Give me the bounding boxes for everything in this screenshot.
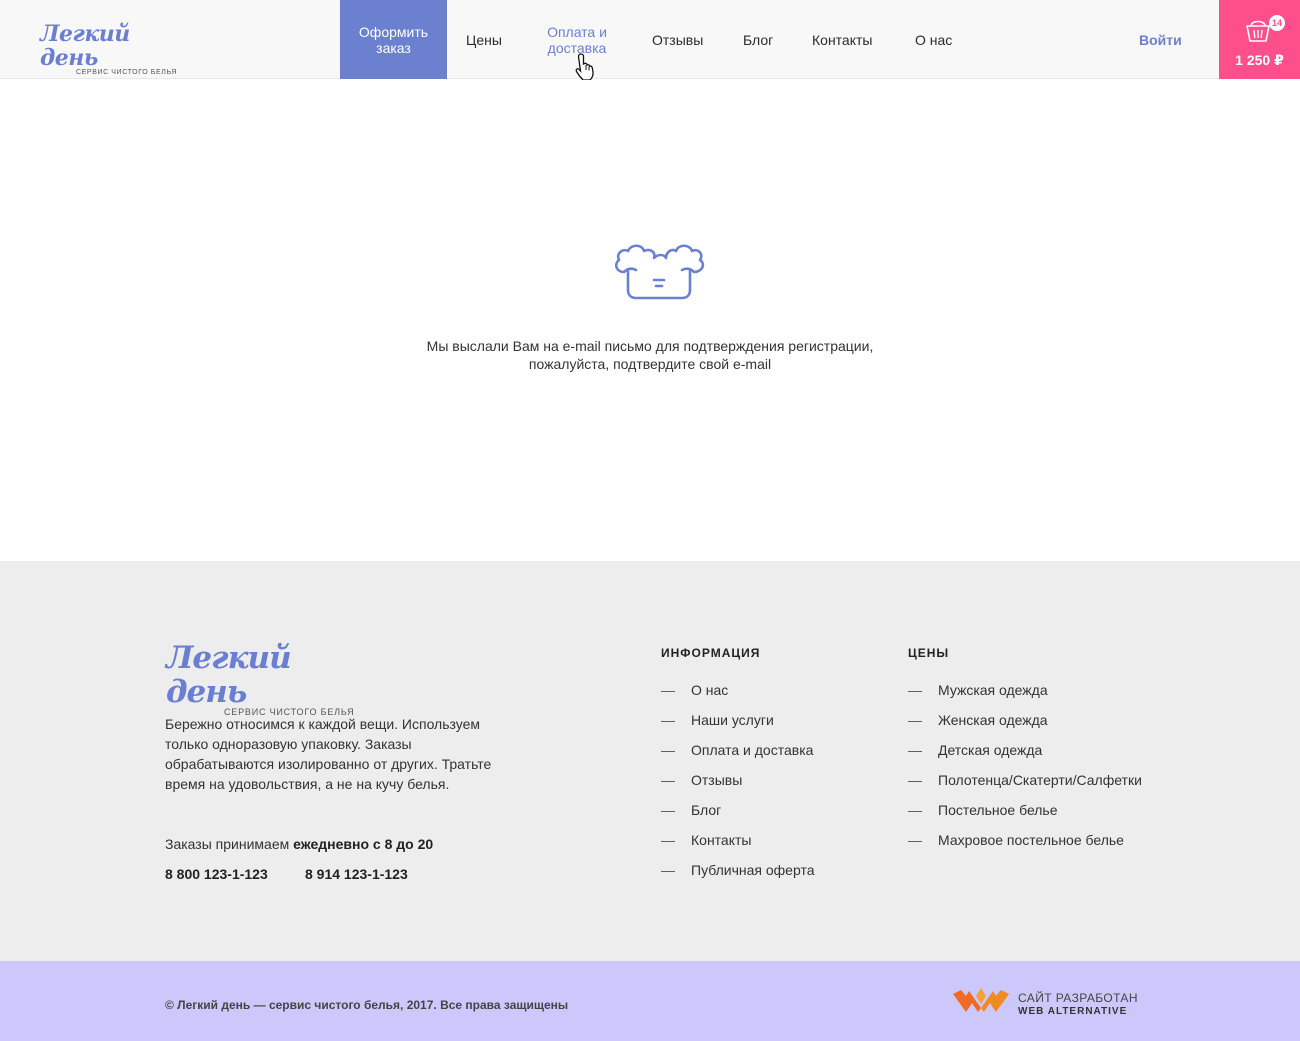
- dash-marker: —: [661, 862, 675, 878]
- dash-marker: —: [908, 742, 922, 758]
- cart-count-badge: 14: [1269, 15, 1285, 31]
- footer-link-contacts[interactable]: — Контакты: [661, 832, 815, 862]
- prices-column-title: ЦЕНЫ: [908, 646, 950, 660]
- footer-link-label: Полотенца/Скатерти/Салфетки: [938, 772, 1142, 788]
- cart-total: 1 250 ₽: [1235, 52, 1284, 68]
- footer-link-blog[interactable]: — Блог: [661, 802, 815, 832]
- dash-marker: —: [908, 802, 922, 818]
- nav-item-label: Оплата и доставка: [547, 23, 607, 56]
- developer-caption: САЙТ РАЗРАБОТАН: [1018, 991, 1138, 1005]
- message-line: Мы выслали Вам на e-mail письмо для подт…: [426, 338, 874, 354]
- login-link[interactable]: Войти: [1139, 32, 1182, 48]
- info-links: — О нас — Наши услуги — Оплата и доставка —…: [661, 682, 815, 892]
- dash-marker: —: [908, 772, 922, 788]
- footer-link-label: Махровое постельное белье: [938, 832, 1124, 848]
- footer-link-men[interactable]: — Мужская одежда: [908, 682, 1142, 712]
- footer-link-about[interactable]: — О нас: [661, 682, 815, 712]
- dash-marker: —: [661, 802, 675, 818]
- hours-prefix: Заказы принимаем: [165, 836, 294, 852]
- dash-marker: —: [661, 682, 675, 698]
- footer-link-bedding[interactable]: — Постельное белье: [908, 802, 1142, 832]
- phone-link-1[interactable]: 8 800 123-1-123: [165, 866, 268, 882]
- footer-link-label: Блог: [691, 802, 722, 818]
- nav-item-blog[interactable]: Блог: [743, 0, 773, 79]
- site-header: Легкий день сервис чистого белья Оформит…: [0, 0, 1300, 81]
- footer-link-offer[interactable]: — Публичная оферта: [661, 862, 815, 892]
- dash-marker: —: [661, 712, 675, 728]
- footer-link-label: Женская одежда: [938, 712, 1048, 728]
- copyright: © Легкий день — сервис чистого белья, 20…: [165, 998, 569, 1012]
- prices-links: — Мужская одежда — Женская одежда — Детская…: [908, 682, 1142, 862]
- nav-order-label: Оформить заказ: [358, 23, 429, 56]
- footer-link-label: Постельное белье: [938, 802, 1058, 818]
- footer-logo[interactable]: Легкий день сервис чистого белья: [166, 641, 366, 717]
- working-hours: Заказы принимаем ежедневно с 8 до 20: [165, 836, 433, 852]
- dash-marker: —: [908, 712, 922, 728]
- web-alternative-logo-icon[interactable]: [952, 986, 1010, 1016]
- site-footer: Легкий день сервис чистого белья Бережно…: [0, 561, 1300, 961]
- footer-link-label: Контакты: [691, 832, 752, 848]
- message-line: пожалуйста, подтвердите свой e-mail: [528, 356, 772, 372]
- logo-title: Легкий день: [40, 21, 130, 71]
- developer-name[interactable]: WEB ALTERNATIVE: [1018, 1006, 1127, 1017]
- nav-item-label: Блог: [743, 31, 774, 48]
- confirmation-message: Мы выслали Вам на e-mail письмо для подт…: [350, 337, 950, 373]
- nav-item-prices[interactable]: Цены: [466, 0, 502, 79]
- logo-subtitle: сервис чистого белья: [76, 69, 177, 76]
- footer-link-label: Мужская одежда: [938, 682, 1048, 698]
- footer-link-terry-bedding[interactable]: — Махровое постельное белье: [908, 832, 1142, 862]
- cart-button[interactable]: 14 1 250 ₽: [1219, 0, 1300, 79]
- nav-item-label: О нас: [915, 31, 953, 48]
- footer-link-payment[interactable]: — Оплата и доставка: [661, 742, 815, 772]
- footer-link-services[interactable]: — Наши услуги: [661, 712, 815, 742]
- footer-link-label: Отзывы: [691, 772, 743, 788]
- hours-value: ежедневно с 8 до 20: [293, 836, 434, 852]
- main-content: Мы выслали Вам на e-mail письмо для подт…: [0, 80, 1300, 561]
- nav-item-label: Отзывы: [652, 31, 704, 48]
- phone-link-2[interactable]: 8 914 123-1-123: [305, 866, 408, 882]
- nav-item-about[interactable]: О нас: [915, 0, 952, 79]
- nav-item-label: Цены: [466, 31, 502, 48]
- footer-link-label: О нас: [691, 682, 729, 698]
- dash-marker: —: [661, 772, 675, 788]
- logo[interactable]: Легкий день сервис чистого белья: [40, 22, 180, 76]
- dash-marker: —: [661, 832, 675, 848]
- footer-link-towels[interactable]: — Полотенца/Скатерти/Салфетки: [908, 772, 1142, 802]
- dash-marker: —: [908, 832, 922, 848]
- footer-link-label: Оплата и доставка: [691, 742, 814, 758]
- footer-logo-title: Легкий день: [166, 640, 292, 710]
- info-column-title: ИНФОРМАЦИЯ: [661, 646, 761, 660]
- dash-marker: —: [908, 682, 922, 698]
- laundry-basin-icon: [614, 244, 705, 300]
- bottom-bar: © Легкий день — сервис чистого белья, 20…: [0, 961, 1300, 1041]
- footer-link-label: Публичная оферта: [691, 862, 815, 878]
- hand-cursor-icon: [575, 53, 594, 81]
- footer-link-women[interactable]: — Женская одежда: [908, 712, 1142, 742]
- footer-description: Бережно относимся к каждой вещи. Использ…: [165, 716, 492, 792]
- nav-item-reviews[interactable]: Отзывы: [652, 0, 703, 79]
- basket-icon: [1246, 20, 1270, 42]
- footer-link-reviews[interactable]: — Отзывы: [661, 772, 815, 802]
- footer-link-label: Наши услуги: [691, 712, 774, 728]
- nav-item-label: Контакты: [812, 31, 873, 48]
- footer-link-label: Детская одежда: [938, 742, 1043, 758]
- footer-link-kids[interactable]: — Детская одежда: [908, 742, 1142, 772]
- nav-order-button[interactable]: Оформить заказ: [340, 0, 447, 79]
- nav-item-contacts[interactable]: Контакты: [812, 0, 872, 79]
- dash-marker: —: [661, 742, 675, 758]
